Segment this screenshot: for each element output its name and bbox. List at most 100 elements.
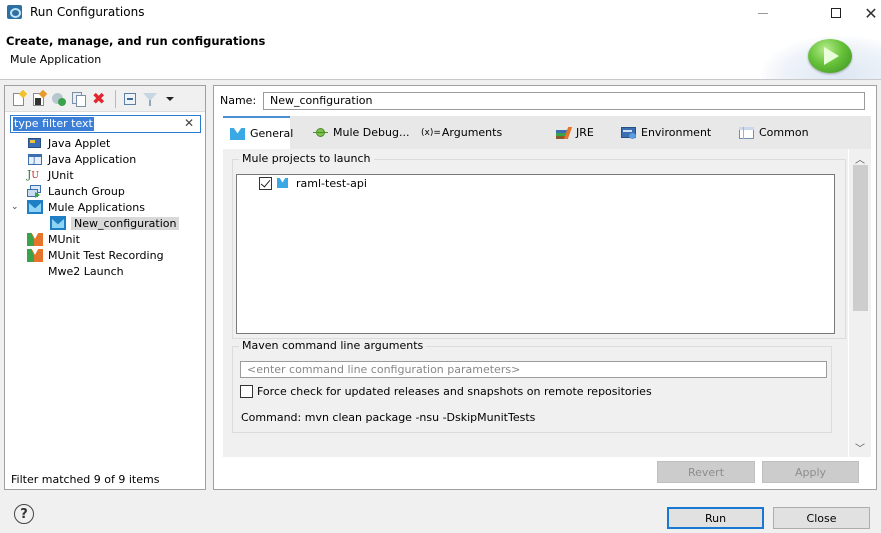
- mule-icon: [27, 200, 43, 214]
- collapse-all-button[interactable]: [122, 91, 138, 107]
- toolbar-separator: [115, 90, 116, 108]
- tab-general[interactable]: General: [223, 116, 293, 149]
- expand-chevron-icon[interactable]: ⌄: [11, 202, 23, 212]
- tab-label: JRE: [576, 126, 594, 139]
- tab-bar: General Mule Debug... (x)= Arguments JRE: [223, 116, 871, 149]
- filter-input[interactable]: type filter text ✕: [10, 115, 201, 133]
- force-update-option[interactable]: Force check for updated releases and sna…: [240, 385, 652, 398]
- maximize-button[interactable]: [814, 0, 858, 26]
- mule-icon: [50, 216, 66, 230]
- mule-projects-list: raml-test-api: [236, 174, 835, 334]
- bug-icon: [313, 126, 328, 139]
- close-icon: ✕: [864, 3, 878, 23]
- tab-mule-debug[interactable]: Mule Debug...: [313, 116, 409, 149]
- arguments-icon: (x)=: [421, 127, 441, 138]
- tree-item-junit[interactable]: JU JUnit: [5, 167, 205, 183]
- revert-button[interactable]: Revert: [657, 461, 755, 483]
- filter-stem-icon: [149, 100, 151, 106]
- java-applet-icon: [27, 136, 43, 150]
- apply-button[interactable]: Apply: [762, 461, 859, 483]
- run-button[interactable]: Run: [667, 507, 764, 529]
- maximize-icon: [831, 8, 841, 18]
- close-button[interactable]: Close: [773, 507, 870, 529]
- filter-status: Filter matched 9 of 9 items: [11, 473, 160, 486]
- help-button[interactable]: ?: [14, 504, 34, 524]
- tree-item-mwe2-launch[interactable]: Mwe2 Launch: [5, 263, 205, 279]
- tab-label: Arguments: [441, 126, 503, 139]
- tree-item-munit[interactable]: MUnit: [5, 231, 205, 247]
- tab-arguments[interactable]: (x)= Arguments: [421, 116, 502, 149]
- munit-icon: [27, 248, 43, 262]
- title-bar: Run Configurations ✕: [0, 0, 881, 26]
- mule-icon: [230, 127, 245, 140]
- tree-item-launch-group[interactable]: Launch Group: [5, 183, 205, 199]
- maven-arguments-group-label: Maven command line arguments: [239, 339, 427, 352]
- tree-item-label: Java Application: [48, 152, 137, 166]
- tab-common[interactable]: Common: [739, 116, 809, 149]
- common-icon: [739, 126, 754, 139]
- tree-item-java-application[interactable]: J Java Application: [5, 151, 205, 167]
- new-configuration-button[interactable]: [11, 89, 28, 107]
- tab-jre[interactable]: JRE: [556, 116, 594, 149]
- mule-projects-group: Mule projects to launch raml-test-api: [232, 152, 846, 339]
- java-application-icon: J: [27, 152, 43, 166]
- environment-icon: [621, 126, 636, 139]
- vertical-scrollbar[interactable]: ︿ ﹀: [848, 149, 871, 457]
- prototype-mark-icon: [35, 98, 41, 105]
- configuration-editor-panel: Name: New_configuration General Mule Deb…: [213, 85, 877, 490]
- scrollbar-thumb[interactable]: [853, 165, 868, 311]
- filter-button[interactable]: [142, 91, 158, 107]
- scroll-down-icon[interactable]: ﹀: [849, 440, 871, 455]
- dialog-subtitle: Mule Application: [10, 53, 102, 66]
- tree-item-label: MUnit Test Recording: [48, 248, 164, 262]
- munit-icon: [27, 232, 43, 246]
- scroll-up-icon[interactable]: ︿: [849, 151, 871, 166]
- delete-button[interactable]: ✖: [92, 91, 108, 107]
- left-toolbar: ✖: [5, 86, 205, 112]
- duplicate-copy-icon: [76, 95, 86, 107]
- project-name: raml-test-api: [296, 177, 367, 190]
- maven-arguments-group: Maven command line arguments <enter comm…: [232, 339, 832, 433]
- dialog-title: Create, manage, and run configurations: [6, 34, 266, 48]
- filter-input-value: type filter text: [13, 117, 94, 131]
- clear-filter-icon[interactable]: ✕: [184, 116, 194, 130]
- project-item-raml-test-api[interactable]: raml-test-api: [259, 177, 367, 190]
- minimize-icon: [758, 12, 768, 14]
- view-menu-icon: [166, 97, 174, 101]
- tab-label: Common: [759, 126, 809, 139]
- configuration-tree-panel: ✖ type filter text ✕ Java Applet J Java …: [4, 85, 206, 490]
- tab-label: Mule Debug...: [333, 126, 410, 139]
- export-button[interactable]: [51, 91, 67, 107]
- tree-item-label: JUnit: [48, 168, 74, 182]
- tree-item-new-configuration[interactable]: New_configuration: [5, 215, 205, 231]
- launch-group-icon: [27, 184, 43, 198]
- tree-item-label: Mwe2 Launch: [48, 264, 124, 278]
- project-checkbox[interactable]: [259, 177, 272, 190]
- duplicate-button[interactable]: [71, 91, 87, 107]
- tree-item-munit-test-recording[interactable]: MUnit Test Recording: [5, 247, 205, 263]
- configuration-tree: Java Applet J Java Application JU JUnit …: [5, 135, 205, 279]
- maven-arguments-input[interactable]: <enter command line configuration parame…: [240, 361, 827, 378]
- new-prototype-button[interactable]: [31, 89, 48, 107]
- force-update-checkbox[interactable]: [240, 385, 253, 398]
- close-window-button[interactable]: ✕: [858, 0, 881, 26]
- tree-item-label: MUnit: [48, 232, 80, 246]
- tab-label: Environment: [641, 126, 712, 139]
- mule-icon: [277, 178, 288, 189]
- tree-item-label: New_configuration: [71, 216, 180, 230]
- jre-icon: [556, 126, 573, 139]
- view-menu-button[interactable]: [163, 91, 179, 107]
- help-icon: ?: [20, 506, 28, 522]
- tree-item-mule-applications[interactable]: ⌄ Mule Applications: [5, 199, 205, 215]
- delete-icon: ✖: [92, 89, 106, 108]
- dialog-header: Create, manage, and run configurations M…: [0, 26, 881, 80]
- minimize-button[interactable]: [741, 0, 785, 26]
- tree-item-java-applet[interactable]: Java Applet: [5, 135, 205, 151]
- mule-projects-group-label: Mule projects to launch: [239, 152, 374, 165]
- collapse-minus-icon: [127, 98, 133, 100]
- tree-item-label: Java Applet: [48, 136, 111, 150]
- configuration-name-input[interactable]: New_configuration: [263, 92, 865, 110]
- window-title: Run Configurations: [30, 5, 145, 19]
- tab-environment[interactable]: Environment: [621, 116, 711, 149]
- tree-item-label: Launch Group: [48, 184, 125, 198]
